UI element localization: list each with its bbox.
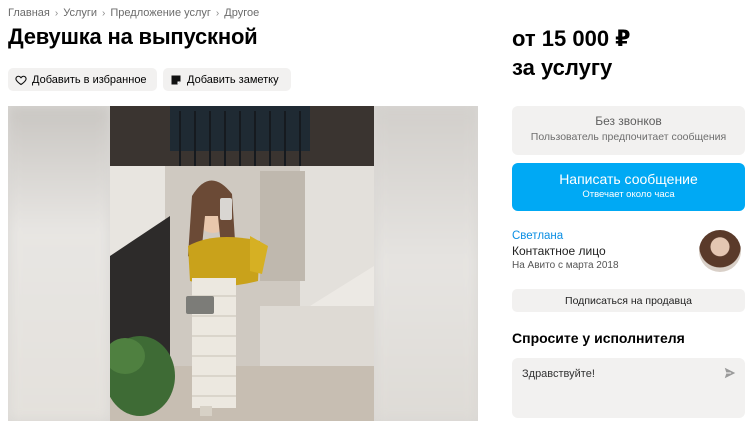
breadcrumb-services[interactable]: Услуги bbox=[63, 7, 97, 19]
subscribe-to-seller-button[interactable]: Подписаться на продавца bbox=[512, 289, 745, 312]
breadcrumb-other[interactable]: Другое bbox=[224, 7, 259, 19]
seller-card: Светлана Контактное лицо На Авито с март… bbox=[512, 230, 745, 280]
listing-photo-illustration bbox=[110, 106, 374, 421]
write-message-label: Написать сообщение bbox=[559, 171, 698, 187]
gallery-blur-left bbox=[8, 106, 110, 421]
no-calls-title: Без звонков bbox=[595, 114, 662, 128]
breadcrumb-separator: › bbox=[102, 7, 106, 19]
write-message-button[interactable]: Написать сообщение Отвечает около часа bbox=[512, 163, 745, 211]
breadcrumb-home[interactable]: Главная bbox=[8, 7, 50, 19]
message-input[interactable]: Здравствуйте! bbox=[512, 358, 745, 418]
ask-section-title: Спросите у исполнителя bbox=[512, 330, 685, 346]
message-input-text: Здравствуйте! bbox=[522, 368, 595, 380]
listing-photo[interactable] bbox=[110, 106, 374, 421]
price-amount: от 15 000 ₽ bbox=[512, 26, 631, 51]
add-to-favorites-label: Добавить в избранное bbox=[32, 73, 147, 86]
breadcrumb: Главная › Услуги › Предложение услуг › Д… bbox=[8, 7, 259, 19]
heart-icon bbox=[15, 75, 27, 85]
gallery-blur-right bbox=[374, 106, 478, 421]
page-title: Девушка на выпускной bbox=[8, 24, 258, 49]
no-calls-notice: Без звонков Пользователь предпочитает со… bbox=[512, 106, 745, 155]
add-note-button[interactable]: Добавить заметку bbox=[163, 68, 291, 91]
avatar[interactable] bbox=[699, 230, 741, 272]
price-unit: за услугу bbox=[512, 55, 613, 80]
photo-gallery[interactable] bbox=[8, 106, 478, 421]
breadcrumb-separator: › bbox=[54, 7, 59, 19]
add-note-label: Добавить заметку bbox=[187, 73, 279, 86]
breadcrumb-service-offers[interactable]: Предложение услуг bbox=[110, 7, 211, 19]
no-calls-subtitle: Пользователь предпочитает сообщения bbox=[530, 131, 727, 143]
note-icon bbox=[171, 75, 181, 84]
send-icon[interactable] bbox=[723, 366, 737, 380]
price: от 15 000 ₽ за услугу bbox=[512, 24, 631, 82]
breadcrumb-separator: › bbox=[215, 7, 220, 19]
add-to-favorites-button[interactable]: Добавить в избранное bbox=[8, 68, 157, 91]
response-time: Отвечает около часа bbox=[582, 189, 675, 200]
